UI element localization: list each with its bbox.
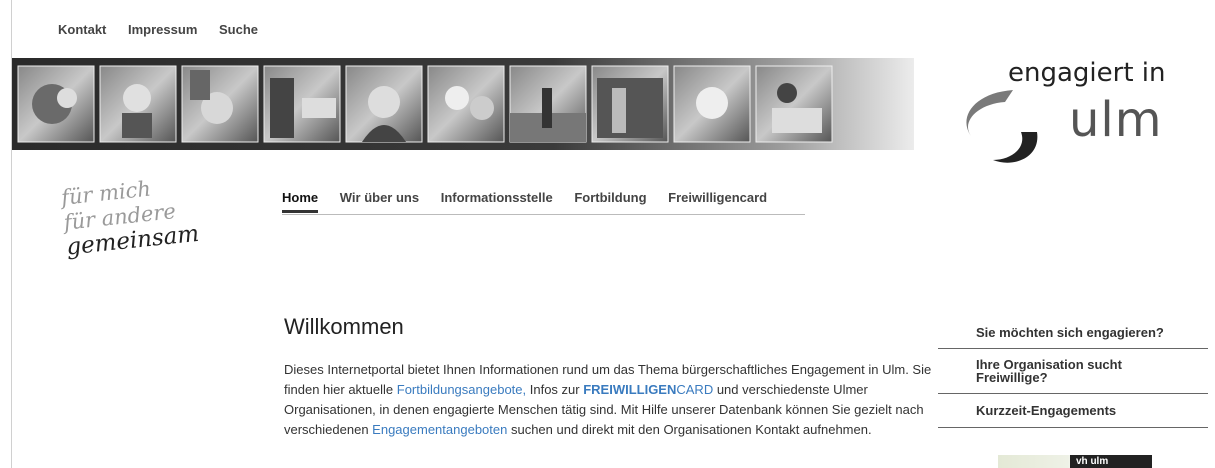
photo-4 [263,65,341,143]
site-logo[interactable]: engagiert in ulm [948,58,1198,168]
sidebar-menu: Sie möchten sich engagieren? Ihre Organi… [938,318,1208,428]
top-nav-suche[interactable]: Suche [219,22,258,37]
sidebar-item-kurzzeit[interactable]: Kurzzeit-Engagements [938,394,1208,428]
logo-text-top: engagiert in [1008,58,1166,88]
banner-photos [17,65,833,143]
main-nav-informationsstelle[interactable]: Informationsstelle [441,190,553,213]
freiwilligencard-bold[interactable]: FREIWILLIGEN [583,382,676,397]
top-nav-kontakt[interactable]: Kontakt [58,22,106,37]
engagementangebote-link[interactable]: Engagementangeboten [372,422,507,437]
fortbildungsangebote-link[interactable]: Fortbildungsangebote, [397,382,526,397]
sidebar-item-organisation[interactable]: Ihre Organisation sucht Freiwillige? [938,349,1208,394]
photo-1 [17,65,95,143]
intro-text-part-2: Infos zur [526,382,584,397]
photo-10 [755,65,833,143]
photo-3 [181,65,259,143]
freiwilligencard-suffix[interactable]: CARD [676,382,713,397]
top-nav-impressum[interactable]: Impressum [128,22,197,37]
photo-9 [673,65,751,143]
vh-ulm-ad-label: vh ulm [1076,456,1109,467]
main-nav-home[interactable]: Home [282,190,319,213]
main-nav-fortbildung[interactable]: Fortbildung [574,190,646,213]
photo-7 [509,65,587,143]
main-nav-divider [282,214,805,215]
photo-8 [591,65,669,143]
top-nav: Kontakt Impressum Suche [58,22,276,37]
sidebar-item-organisation-label: Ihre Organisation sucht Freiwillige? [976,357,1122,385]
photo-2 [99,65,177,143]
header-photo-banner [12,58,914,150]
page-title: Willkommen [284,314,404,339]
sidebar-item-engagieren[interactable]: Sie möchten sich engagieren? [938,318,1208,349]
slogan: für mich für andere gemeinsam [60,172,200,261]
logo-swirl-icon [966,90,1038,163]
main-nav: Home Wir über uns Informationsstelle For… [282,190,785,213]
intro-text-part-4: suchen und direkt mit den Organisationen… [507,422,872,437]
vh-ulm-ad[interactable]: vh ulm [998,455,1152,468]
logo-text-ulm: ulm [1069,92,1163,148]
intro-text: Dieses Internetportal bietet Ihnen Infor… [284,360,934,440]
photo-6 [427,65,505,143]
main-nav-freiwilligencard[interactable]: Freiwilligencard [668,190,767,213]
photo-5 [345,65,423,143]
main-nav-wir-ueber-uns[interactable]: Wir über uns [340,190,419,213]
